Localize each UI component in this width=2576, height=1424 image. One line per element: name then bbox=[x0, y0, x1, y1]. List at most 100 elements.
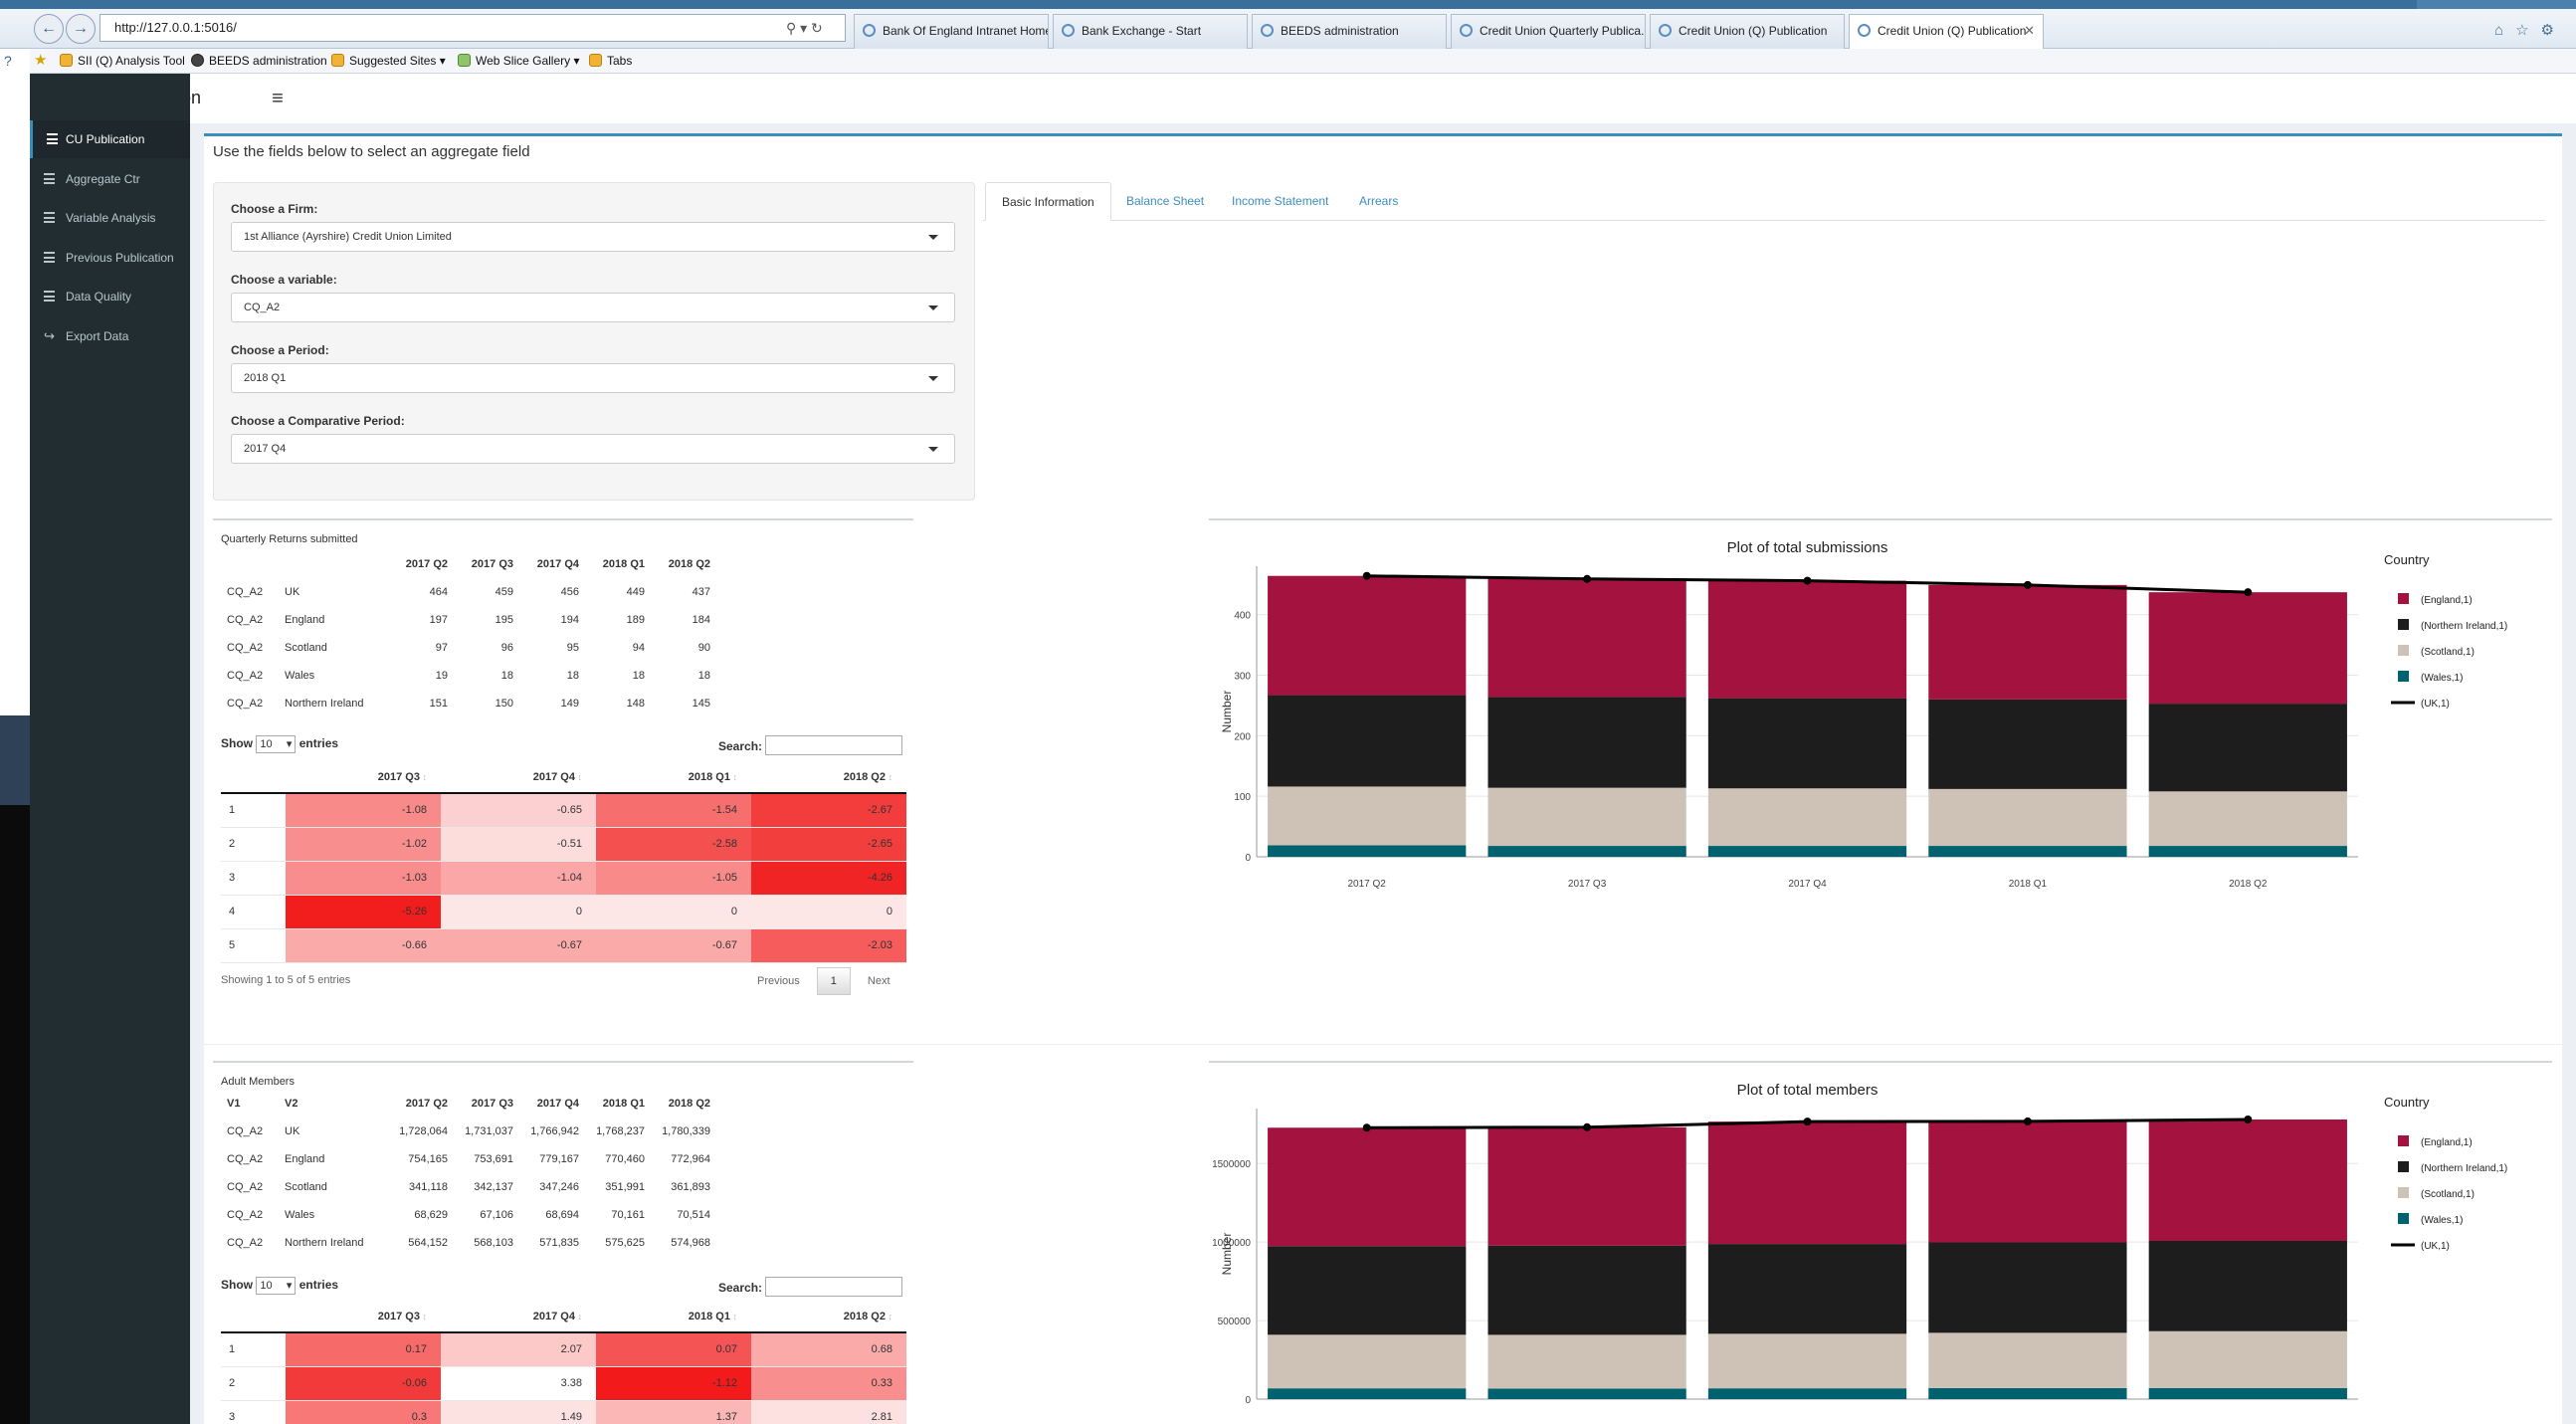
legend-swatch bbox=[2398, 645, 2409, 656]
table-header-row: V1 V2 2017 Q2 2017 Q3 2017 Q4 2018 Q1 2018 Q2 bbox=[221, 1090, 716, 1118]
x-tick-label: 2017 Q4 bbox=[1788, 879, 1827, 890]
panel-tab[interactable]: Balance Sheet bbox=[1110, 182, 1220, 221]
favorite-web-slice-gallery[interactable]: Web Slice Gallery ▾ bbox=[458, 49, 580, 74]
browser-tab[interactable]: Bank Exchange - Start bbox=[1053, 14, 1248, 49]
forward-icon[interactable]: → bbox=[66, 14, 96, 44]
divider bbox=[204, 1044, 2562, 1045]
favorite-suggested-sites[interactable]: Suggested Sites ▾ bbox=[331, 49, 446, 74]
sidebar-item[interactable]: Variable Analysis bbox=[30, 199, 190, 237]
table-row[interactable]: 1 -1.08 -0.65 -1.54 -2.67 bbox=[221, 793, 906, 828]
favorite-tabs[interactable]: Tabs bbox=[589, 49, 632, 74]
sortable-column-header[interactable]: 2018 Q1 bbox=[596, 761, 751, 794]
previous-page-button[interactable]: Previous bbox=[757, 975, 800, 987]
entries-label: entries bbox=[298, 736, 339, 750]
bar-segment bbox=[1487, 697, 1686, 788]
panel-tab[interactable]: Arrears bbox=[1343, 182, 1414, 221]
help-icon[interactable]: ? bbox=[4, 53, 12, 69]
legend-label: (Northern Ireland,1) bbox=[2421, 1163, 2507, 1174]
sidebar-item[interactable]: Data Quality bbox=[30, 278, 190, 315]
table-cell: 2 bbox=[221, 1366, 286, 1401]
data-table: 2017 Q32017 Q42018 Q12018 Q21-1.08-0.65-… bbox=[221, 761, 906, 963]
table-row: CQ_A2 Scotland 341,118 342,137 347,246 351,99… bbox=[221, 1173, 716, 1201]
select-dropdown[interactable]: CQ_A2 bbox=[231, 293, 955, 322]
summary-table: 2017 Q2 2017 Q3 2017 Q4 2018 Q1 2018 Q2 CQ_A2… bbox=[221, 550, 716, 717]
table-row[interactable]: 4 -5.26 0 0 0 bbox=[221, 895, 906, 929]
members-chart: 0500000100000015000002017 Q22017 Q32017 … bbox=[1212, 1082, 2507, 1406]
sidebar-item-label: Data Quality bbox=[66, 290, 132, 304]
table-row[interactable]: 2 -1.02 -0.51 -2.58 -2.65 bbox=[221, 827, 906, 862]
table-cell: -0.06 bbox=[286, 1366, 441, 1401]
table-row[interactable]: 5 -0.66 -0.67 -0.67 -2.03 bbox=[221, 928, 906, 963]
page-length-select[interactable]: 10 ▾ bbox=[256, 1277, 297, 1295]
sidebar-item[interactable]: Previous Publication bbox=[30, 239, 190, 277]
y-axis-label: Number bbox=[1220, 1233, 1234, 1276]
sortable-column-header[interactable]: 2017 Q4 bbox=[441, 1301, 596, 1333]
members-summary-table: V1 V2 2017 Q2 2017 Q3 2017 Q4 2018 Q1 2018 Q2 C… bbox=[221, 1090, 716, 1257]
panel-tab[interactable]: Income Statement bbox=[1216, 182, 1344, 221]
sortable-column-header[interactable] bbox=[221, 761, 286, 794]
bar-segment bbox=[1268, 1334, 1467, 1389]
table-row: CQ_A2 Northern Ireland 564,152 568,103 571,8… bbox=[221, 1229, 716, 1257]
browser-tab[interactable]: Credit Union (Q) Publication bbox=[1650, 14, 1845, 49]
table-cell: -1.54 bbox=[596, 793, 751, 828]
table-row[interactable]: 3 -1.03 -1.04 -1.05 -4.26 bbox=[221, 861, 906, 896]
table-cell: 151 bbox=[429, 698, 448, 710]
sortable-column-header[interactable]: 2018 Q2 bbox=[751, 1301, 906, 1333]
table-cell: -0.67 bbox=[596, 928, 751, 963]
browser-tab[interactable]: Credit Union (Q) Publication ✕ bbox=[1849, 14, 2044, 50]
sortable-column-header[interactable]: 2017 Q4 bbox=[441, 761, 596, 794]
bar-segment bbox=[1928, 1242, 2127, 1333]
table-row[interactable]: 3 0.3 1.49 1.37 2.81 bbox=[221, 1400, 906, 1424]
close-tab-icon[interactable]: ✕ bbox=[2024, 15, 2035, 47]
address-bar[interactable]: http://127.0.0.1:5016/ bbox=[99, 14, 846, 42]
sortable-column-header[interactable]: 2017 Q3 bbox=[286, 761, 441, 794]
table-row[interactable]: 1 0.17 2.07 0.07 0.68 bbox=[221, 1332, 906, 1367]
home-favorites-settings-icon[interactable]: ⌂☆⚙ bbox=[2494, 21, 2566, 39]
table-row[interactable]: 2 -0.06 3.38 -1.12 0.33 bbox=[221, 1366, 906, 1401]
table-cell: CQ_A2 bbox=[227, 586, 264, 598]
favorite-sii-analysis-tool[interactable]: SII (Q) Analysis Tool bbox=[60, 49, 185, 74]
table-cell: 19 bbox=[435, 670, 448, 682]
table-cell: 18 bbox=[500, 670, 513, 682]
panel-tab[interactable]: Basic Information bbox=[985, 182, 1111, 221]
browser-tab[interactable]: Bank Of England Intranet Home bbox=[854, 14, 1049, 49]
sidebar-item[interactable]: Aggregate Ctr bbox=[30, 160, 190, 198]
search-refresh-icon[interactable]: ⚲ ▾ ↻ bbox=[786, 14, 823, 42]
sidebar-item[interactable]: ↪ Export Data bbox=[30, 317, 190, 355]
search-input[interactable] bbox=[765, 1277, 903, 1297]
search-input[interactable] bbox=[765, 735, 903, 755]
select-dropdown[interactable]: 2017 Q4 bbox=[231, 434, 955, 464]
favorite-label: SII (Q) Analysis Tool bbox=[78, 54, 185, 68]
table-cell: 459 bbox=[495, 586, 513, 598]
y-tick-label: 1500000 bbox=[1212, 1159, 1251, 1170]
table-row: CQ_A2 Scotland 97 96 95 94 90 bbox=[221, 634, 716, 662]
page-1-button[interactable]: 1 bbox=[816, 967, 851, 995]
table-cell: 564,152 bbox=[408, 1237, 448, 1249]
sortable-column-header[interactable] bbox=[221, 1301, 286, 1333]
field-label: Choose a Period: bbox=[231, 343, 329, 357]
ie-side-strip: ? bbox=[0, 49, 30, 1424]
sidebar-item-label: Aggregate Ctr bbox=[66, 171, 140, 186]
table-cell: -1.05 bbox=[596, 861, 751, 896]
next-page-button[interactable]: Next bbox=[868, 975, 891, 987]
site-icon bbox=[1858, 24, 1871, 37]
window-controls[interactable] bbox=[2417, 0, 2576, 9]
table-cell: -0.66 bbox=[286, 928, 441, 963]
page-length-select[interactable]: 10 ▾ bbox=[256, 735, 297, 753]
browser-tab-label: Credit Union (Q) Publication bbox=[1679, 24, 1828, 38]
select-dropdown[interactable]: 1st Alliance (Ayrshire) Credit Union Lim… bbox=[231, 222, 955, 252]
sortable-column-header[interactable]: 2018 Q2 bbox=[751, 761, 906, 794]
sortable-column-header[interactable]: 2017 Q3 bbox=[286, 1301, 441, 1333]
menu-toggle-icon[interactable]: ≡ bbox=[263, 84, 293, 113]
select-dropdown[interactable]: 2018 Q1 bbox=[231, 363, 955, 393]
sidebar-item[interactable]: CU Publication bbox=[30, 120, 190, 158]
back-icon[interactable]: ← bbox=[34, 14, 64, 44]
table-cell: Wales bbox=[285, 1209, 315, 1221]
favorite-beeds-administration[interactable]: BEEDS administration bbox=[191, 49, 327, 74]
favorites-star-icon[interactable]: ★ bbox=[34, 49, 47, 74]
sortable-column-header[interactable]: 2018 Q1 bbox=[596, 1301, 751, 1333]
browser-tab[interactable]: Credit Union Quarterly Publica... bbox=[1451, 14, 1646, 49]
line-point bbox=[1583, 574, 1592, 583]
browser-tab[interactable]: BEEDS administration bbox=[1252, 14, 1447, 49]
line-point bbox=[2023, 1117, 2032, 1125]
